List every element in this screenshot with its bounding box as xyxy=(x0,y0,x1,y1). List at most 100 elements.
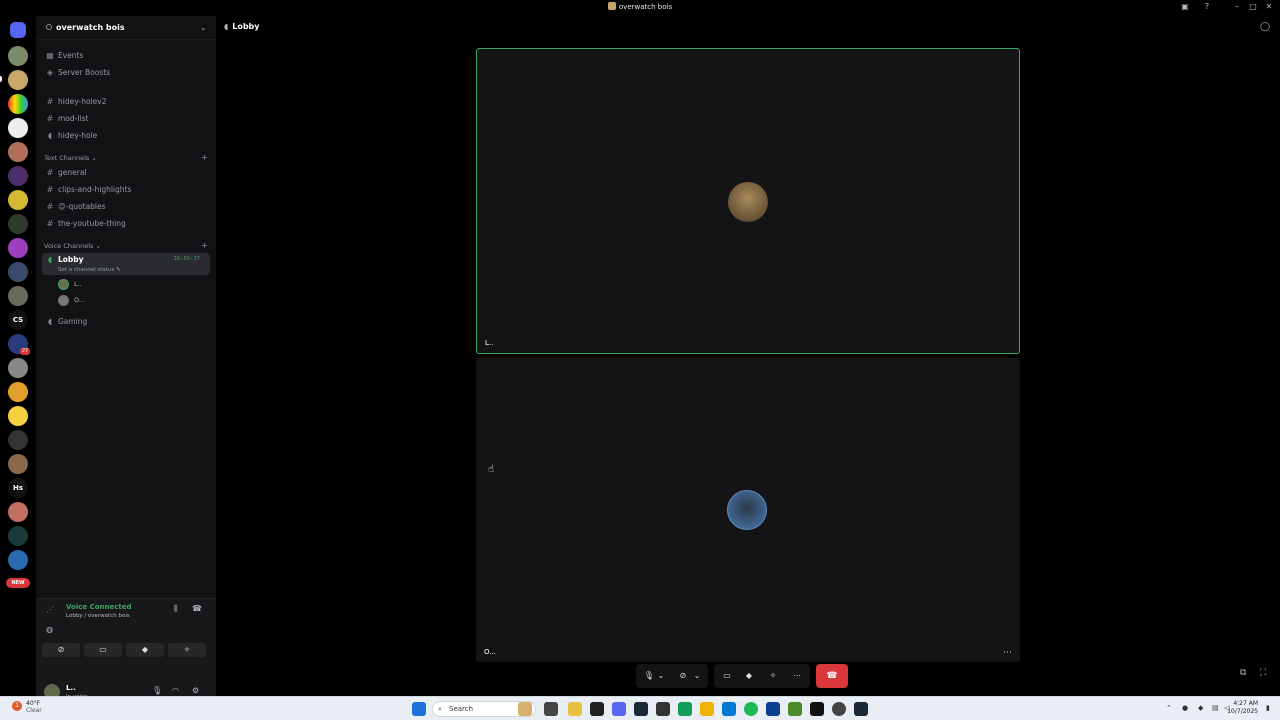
server-icon-hs[interactable]: Hs xyxy=(8,478,28,498)
steam-icon[interactable] xyxy=(854,702,868,716)
participant-name: O... xyxy=(484,648,496,656)
notifications-icon[interactable]: ▮ xyxy=(1266,704,1270,712)
server-icon[interactable] xyxy=(8,142,28,162)
more-icon[interactable]: ⋯ xyxy=(788,668,806,684)
camera-off-icon[interactable]: ⊘ xyxy=(674,668,692,684)
app-icon[interactable] xyxy=(656,702,670,716)
activities-icon[interactable]: ◆ xyxy=(740,668,758,684)
close-button[interactable]: ✕ xyxy=(1262,2,1276,14)
server-icon[interactable] xyxy=(8,430,28,450)
text-channels-category[interactable]: Text Channels ⌄ + xyxy=(44,153,208,162)
voice-channel-gaming[interactable]: ◖ Gaming xyxy=(42,314,210,329)
channel-the-youtube-thing[interactable]: # the-youtube-thing xyxy=(42,216,210,231)
mic-icon[interactable]: 🎙 xyxy=(152,686,162,695)
activities-button[interactable]: ◆ xyxy=(126,643,164,657)
video-tile[interactable]: L.. xyxy=(476,48,1020,354)
channel-quotables[interactable]: # 😊-quotables xyxy=(42,199,210,214)
camera-off-button[interactable]: ⊘ xyxy=(42,643,80,657)
server-icon[interactable] xyxy=(8,526,28,546)
app-icon[interactable] xyxy=(518,702,532,716)
screen-share-button[interactable]: ▭ xyxy=(84,643,122,657)
clock[interactable]: 4:27 AM 10/7/2025 xyxy=(1227,700,1258,716)
maximize-button[interactable]: □ xyxy=(1246,2,1260,14)
more-options-icon[interactable]: ⋯ xyxy=(1003,648,1012,658)
voice-user[interactable]: O... xyxy=(58,294,158,307)
server-icon[interactable] xyxy=(8,166,28,186)
screen-share-icon[interactable]: ▭ xyxy=(718,668,736,684)
server-icon[interactable] xyxy=(8,502,28,522)
add-channel-icon[interactable]: + xyxy=(201,153,208,162)
file-explorer-icon[interactable] xyxy=(700,702,714,716)
server-icon-cs[interactable]: CS xyxy=(8,310,28,330)
server-status-icon xyxy=(46,24,52,30)
voice-location[interactable]: Lobby / overwatch bois xyxy=(66,613,130,619)
fullscreen-icon[interactable]: ⛶ xyxy=(1260,668,1266,678)
soundboard-icon[interactable]: ✧ xyxy=(764,668,782,684)
app-icon[interactable] xyxy=(590,702,604,716)
app-icon[interactable] xyxy=(678,702,692,716)
popout-icon[interactable]: ⧉ xyxy=(1240,668,1246,678)
soundboard-button[interactable]: ✧ xyxy=(168,643,206,657)
server-icon[interactable] xyxy=(8,238,28,258)
weather-widget[interactable]: 1 40°F Clear xyxy=(12,700,42,714)
chat-icon[interactable]: ◯ xyxy=(1260,22,1270,32)
server-header[interactable]: overwatch bois ⌄ xyxy=(36,16,216,40)
server-icon[interactable] xyxy=(8,262,28,282)
chevron-down-icon[interactable]: ⌄ xyxy=(692,668,702,684)
channel-hidey-holev2[interactable]: # hidey-holev2 xyxy=(42,94,210,109)
server-icon[interactable] xyxy=(8,94,28,114)
discord-home-icon[interactable] xyxy=(10,22,26,38)
channel-status[interactable]: Set a channel status ✎ xyxy=(58,267,121,273)
server-icon[interactable] xyxy=(8,382,28,402)
app-icon[interactable] xyxy=(810,702,824,716)
network-icon[interactable]: ▤ xyxy=(1212,704,1219,712)
hash-icon: # xyxy=(46,219,54,228)
windows-start-icon[interactable] xyxy=(412,702,426,716)
server-icon[interactable] xyxy=(8,358,28,378)
server-icon[interactable] xyxy=(8,190,28,210)
server-icon-overwatch-bois[interactable] xyxy=(8,70,28,90)
server-icon[interactable] xyxy=(8,214,28,234)
noise-suppression-icon[interactable]: ⫼ xyxy=(174,604,178,614)
hash-icon: # xyxy=(46,114,54,123)
channel-hidey-hole[interactable]: ◖ hidey-hole xyxy=(42,128,210,143)
inbox-icon[interactable]: ▣ xyxy=(1178,2,1192,14)
channel-mod-list[interactable]: # mod-list xyxy=(42,111,210,126)
voice-user[interactable]: L.. xyxy=(58,278,158,291)
headphones-icon[interactable]: ◠ xyxy=(172,686,179,695)
help-icon[interactable]: ? xyxy=(1200,2,1214,14)
video-tile[interactable]: O... ⋯ xyxy=(476,358,1020,662)
server-icon[interactable] xyxy=(8,286,28,306)
app-icon[interactable] xyxy=(832,702,846,716)
disconnect-icon[interactable]: ☎ xyxy=(192,604,202,613)
voice-status[interactable]: Voice Connected xyxy=(66,603,132,611)
events-item[interactable]: ▦ Events xyxy=(42,48,210,63)
app-icon[interactable] xyxy=(568,702,582,716)
store-icon[interactable] xyxy=(722,702,736,716)
server-icon[interactable] xyxy=(8,118,28,138)
minecraft-icon[interactable] xyxy=(788,702,802,716)
channel-clips-and-highlights[interactable]: # clips-and-highlights xyxy=(42,182,210,197)
task-view-icon[interactable] xyxy=(544,702,558,716)
server-boosts-item[interactable]: ◈ Server Boosts xyxy=(42,65,210,80)
username[interactable]: L.. xyxy=(66,684,76,692)
tray-app-icon[interactable]: ● xyxy=(1182,704,1188,712)
add-channel-icon[interactable]: + xyxy=(201,241,208,250)
server-icon[interactable] xyxy=(8,550,28,570)
minimize-button[interactable]: – xyxy=(1230,2,1244,14)
voice-channels-category[interactable]: Voice Channels ⌄ + xyxy=(44,241,208,250)
spotify-icon[interactable] xyxy=(744,702,758,716)
steam-icon[interactable] xyxy=(634,702,648,716)
tray-app-icon[interactable]: ◆ xyxy=(1198,704,1203,712)
gear-icon[interactable]: ⚙ xyxy=(192,686,199,695)
server-icon[interactable] xyxy=(8,46,28,66)
chevron-down-icon[interactable]: ⌄ xyxy=(656,668,666,684)
tray-chevron-icon[interactable]: ⌃ xyxy=(1166,704,1172,712)
server-icon[interactable] xyxy=(8,454,28,474)
channel-general[interactable]: # general xyxy=(42,165,210,180)
disconnect-button[interactable]: ☎ xyxy=(816,664,848,688)
app-icon[interactable] xyxy=(766,702,780,716)
discord-icon[interactable] xyxy=(612,702,626,716)
server-icon[interactable] xyxy=(8,406,28,426)
new-badge[interactable]: NEW xyxy=(6,578,30,588)
